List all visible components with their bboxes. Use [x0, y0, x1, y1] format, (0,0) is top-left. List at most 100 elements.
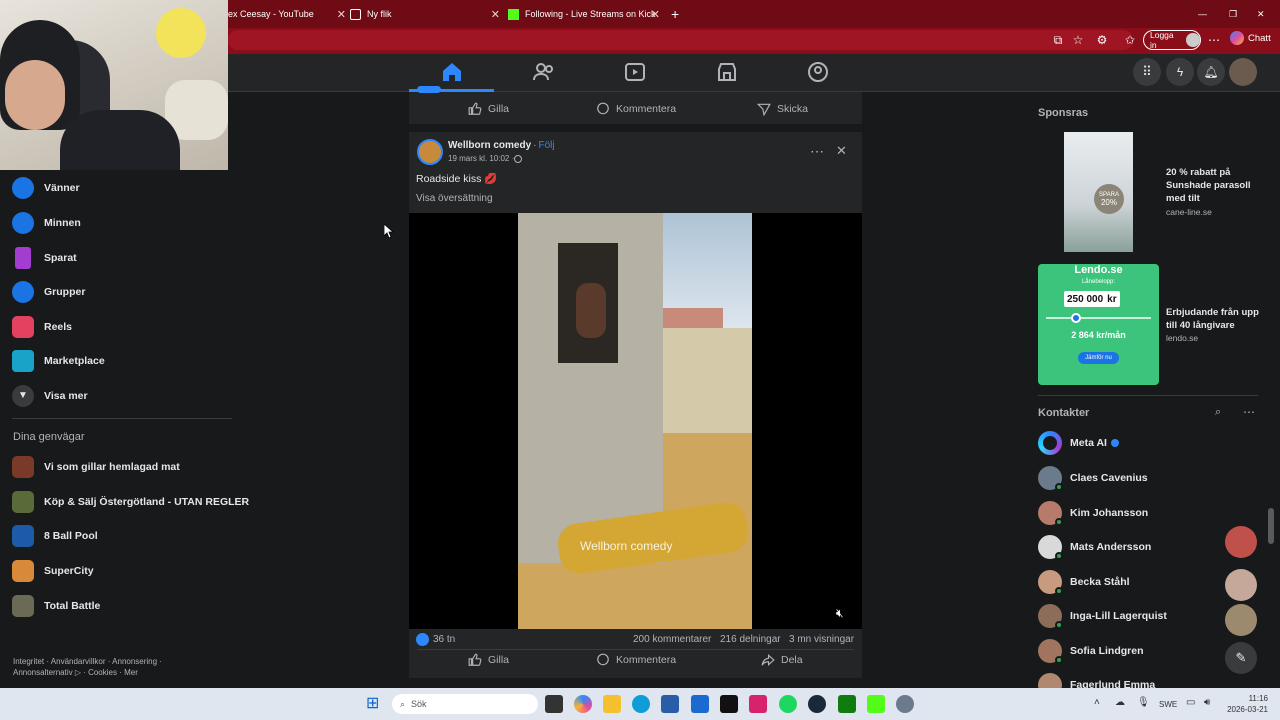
chat-head-avatar[interactable]	[1225, 569, 1257, 601]
shortcut-item[interactable]: Köp & Sälj Östergötland - UTAN REGLER	[12, 487, 249, 517]
mute-icon[interactable]: 🔇︎	[836, 606, 844, 621]
shortcut-item[interactable]: Total Battle	[12, 591, 100, 621]
clock[interactable]: 11:16 2026-03-21	[1224, 693, 1268, 715]
ad-title[interactable]: Erbjudande från upp till 40 långivare	[1166, 306, 1266, 332]
spotify-icon[interactable]	[779, 695, 797, 713]
post-date[interactable]: 19 mars kl. 10:02 ·	[448, 154, 523, 163]
ad-image-lendo[interactable]: Lendo.se Lånebelopp: 250 000 kr 2 864 kr…	[1038, 264, 1159, 385]
comment-count[interactable]: 200 kommentarer	[633, 634, 711, 645]
messenger-button[interactable]: ϟ	[1166, 58, 1194, 86]
tab-new[interactable]: Ny flik ✕	[350, 2, 500, 26]
ad-image-parasol[interactable]: SPARA 20%	[1064, 132, 1133, 252]
view-count: 3 mn visningar	[789, 634, 855, 645]
extensions-icon[interactable]: ⚙	[1092, 30, 1112, 50]
sidebar-item-marketplace[interactable]: Marketplace	[12, 346, 105, 376]
see-translation-link[interactable]: Visa översättning	[416, 193, 493, 204]
profile-avatar[interactable]	[1229, 58, 1257, 86]
like-reaction-icon	[416, 633, 429, 646]
contact-item[interactable]: Sofia Lindgren	[1038, 638, 1144, 664]
close-post-icon[interactable]: ✕	[836, 143, 847, 159]
share-button[interactable]: Dela	[761, 653, 803, 667]
kick-icon[interactable]	[867, 695, 885, 713]
sidebar-item-show-more[interactable]: ▼ Visa mer	[12, 381, 88, 411]
install-icon[interactable]: ⧉	[1048, 30, 1068, 50]
task-view-icon[interactable]	[545, 695, 563, 713]
like-button[interactable]: Gilla	[468, 102, 509, 116]
more-menu-icon[interactable]: ⋯	[1204, 30, 1224, 50]
sidebar-item-groups[interactable]: Grupper	[12, 277, 85, 307]
contact-item[interactable]: Becka Ståhl	[1038, 569, 1130, 595]
author-avatar[interactable]	[417, 139, 443, 165]
close-icon[interactable]: ✕	[337, 8, 346, 21]
keyboard-language[interactable]: SWE	[1159, 700, 1177, 709]
network-icon[interactable]: ▭	[1186, 697, 1195, 708]
contact-item[interactable]: Mats Andersson	[1038, 534, 1151, 560]
scrollbar-thumb[interactable]	[1268, 508, 1274, 544]
cloud-icon[interactable]: ☁	[1115, 697, 1125, 708]
menu-grid-button[interactable]: ⠿	[1133, 58, 1161, 86]
windows-start-icon[interactable]: ⊞	[366, 695, 384, 713]
chat-head-avatar[interactable]	[1225, 604, 1257, 636]
search-icon[interactable]: ⌕	[1215, 406, 1221, 419]
comment-button[interactable]: Kommentera	[596, 653, 676, 667]
groups-nav-icon[interactable]	[806, 60, 830, 84]
contact-item[interactable]: Kim Johansson	[1038, 500, 1148, 526]
close-icon[interactable]: ✕	[491, 8, 500, 21]
contact-meta-ai[interactable]: Meta AI	[1038, 430, 1119, 456]
copilot-icon[interactable]	[574, 695, 592, 713]
login-button[interactable]: Logga in	[1143, 30, 1201, 50]
window-close-icon[interactable]: ✕	[1257, 2, 1267, 26]
send-button[interactable]: Skicka	[757, 102, 808, 116]
tiktok-icon[interactable]	[720, 695, 738, 713]
reaction-count[interactable]: 36 tn	[433, 634, 455, 645]
share-count[interactable]: 216 delningar	[720, 634, 781, 645]
contact-item[interactable]: Claes Cavenius	[1038, 465, 1148, 491]
new-tab-button[interactable]: +	[671, 2, 685, 26]
copilot-chat-button[interactable]: Chatt	[1230, 31, 1271, 45]
tab-kick[interactable]: Following - Live Streams on Kick ✕	[508, 2, 660, 26]
reaction-icons	[417, 86, 441, 93]
close-icon[interactable]: ✕	[651, 8, 660, 21]
shortcut-item[interactable]: SuperCity	[12, 556, 94, 586]
marketplace-nav-icon[interactable]	[715, 60, 739, 84]
microphone-icon[interactable]: 🎙︎	[1137, 697, 1150, 708]
settings-icon[interactable]	[896, 695, 914, 713]
favorites-bar-icon[interactable]: ✩	[1120, 30, 1140, 50]
chat-head-avatar[interactable]	[1225, 526, 1257, 558]
chevron-up-icon[interactable]: ˄	[1094, 697, 1100, 708]
taskbar-search[interactable]: ⌕ Sök	[392, 694, 538, 714]
sidebar-item-friends[interactable]: Vänner	[12, 173, 80, 203]
edge-icon[interactable]	[632, 695, 650, 713]
new-message-icon[interactable]: ✎	[1225, 642, 1257, 674]
favorite-icon[interactable]: ☆	[1068, 30, 1088, 50]
volume-icon[interactable]: 🔊︎	[1204, 697, 1210, 708]
sidebar-item-memories[interactable]: Minnen	[12, 208, 81, 238]
follow-link[interactable]: Följ	[539, 140, 555, 151]
footer-links[interactable]: Integritet · Användarvillkor · Annonseri…	[13, 656, 162, 678]
xbox-icon[interactable]	[838, 695, 856, 713]
home-icon[interactable]	[440, 60, 464, 84]
shortcut-item[interactable]: Vi som gillar hemlagad mat	[12, 452, 180, 482]
shortcut-item[interactable]: 8 Ball Pool	[12, 521, 98, 551]
contact-item[interactable]: Inga-Lill Lagerquist	[1038, 603, 1167, 629]
store-icon[interactable]	[661, 695, 679, 713]
ad-title[interactable]: 20 % rabatt på Sunshade parasoll med til…	[1166, 166, 1266, 205]
steam-icon[interactable]	[808, 695, 826, 713]
file-explorer-icon[interactable]	[603, 695, 621, 713]
like-button[interactable]: Gilla	[468, 653, 509, 667]
minimize-icon[interactable]: —	[1198, 2, 1208, 26]
video-nav-icon[interactable]	[623, 60, 647, 84]
friends-nav-icon[interactable]	[532, 60, 556, 84]
more-options-icon[interactable]: ⋯	[1243, 405, 1255, 419]
app-icon[interactable]	[749, 695, 767, 713]
address-field[interactable]	[228, 30, 1133, 50]
author-name[interactable]: Wellborn comedy	[448, 140, 531, 151]
maximize-icon[interactable]: ❐	[1229, 2, 1239, 26]
sidebar-item-reels[interactable]: Reels	[12, 312, 72, 342]
sidebar-item-saved[interactable]: Sparat	[12, 243, 77, 273]
outlook-icon[interactable]	[691, 695, 709, 713]
more-options-icon[interactable]: ⋯	[810, 143, 824, 160]
comment-button[interactable]: Kommentera	[596, 102, 676, 116]
tab-youtube[interactable]: ex Ceesay - YouTube ✕	[228, 2, 346, 26]
notifications-button[interactable]: 🔔︎	[1197, 58, 1225, 86]
